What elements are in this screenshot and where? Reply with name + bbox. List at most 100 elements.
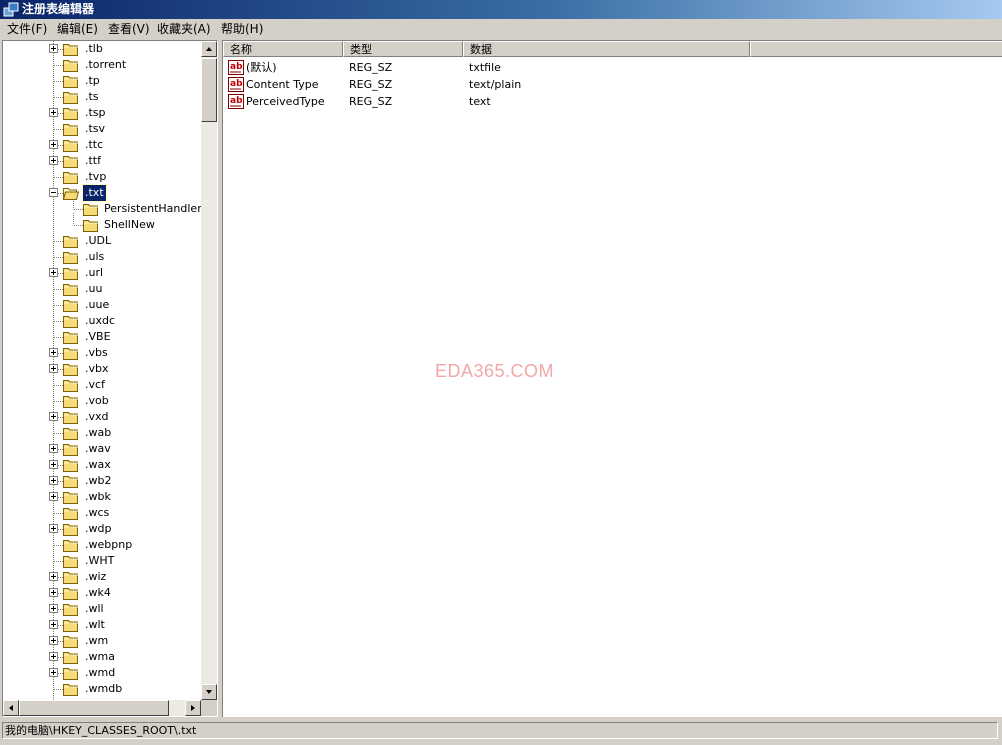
tree-node[interactable]: .wm <box>3 633 199 649</box>
tree-node[interactable]: .ttc <box>3 137 199 153</box>
tree-node[interactable]: .tvp <box>3 169 199 185</box>
scroll-thumb[interactable] <box>201 58 217 122</box>
expand-plus-icon[interactable] <box>49 652 58 661</box>
tree-node[interactable]: .txt <box>3 184 199 202</box>
tree-node[interactable]: .wb2 <box>3 473 199 489</box>
expand-plus-icon[interactable] <box>49 668 58 677</box>
expand-plus-icon[interactable] <box>49 268 58 277</box>
tree-node-label: .vcf <box>85 378 105 391</box>
tree-node[interactable]: .tsv <box>3 121 199 137</box>
expand-plus-icon[interactable] <box>49 44 58 53</box>
arrow-up-icon <box>206 47 212 51</box>
value-row[interactable]: ab PerceivedType REG_SZ text <box>223 93 763 110</box>
tree-node[interactable]: .ttf <box>3 153 199 169</box>
scroll-down-button[interactable] <box>201 684 217 700</box>
tree-node[interactable]: .tp <box>3 73 199 89</box>
collapse-minus-icon[interactable] <box>49 188 58 197</box>
expand-plus-icon[interactable] <box>49 492 58 501</box>
tree-node[interactable]: .vob <box>3 393 199 409</box>
string-value-icon: ab <box>228 77 244 92</box>
values-list-pane[interactable]: 名称 类型 数据 ab (默认) REG_SZ txtfile ab Conte… <box>222 40 1002 717</box>
tree-node-label: .ts <box>85 90 99 103</box>
tree-node[interactable]: .wk4 <box>3 585 199 601</box>
tree-node-label: .wbk <box>85 490 111 503</box>
tree-node[interactable]: .url <box>3 265 199 281</box>
tree-node[interactable]: .wmdb <box>3 681 199 697</box>
tree-node[interactable]: .uue <box>3 297 199 313</box>
tree-node[interactable]: .tsp <box>3 105 199 121</box>
tree-node[interactable]: .wdp <box>3 521 199 537</box>
tree-node[interactable]: .wbk <box>3 489 199 505</box>
horizontal-scroll-thumb[interactable] <box>19 700 169 716</box>
column-header-data[interactable]: 数据 <box>463 41 750 57</box>
value-type: REG_SZ <box>349 95 393 108</box>
expand-plus-icon[interactable] <box>49 588 58 597</box>
tree-node[interactable]: .wmd <box>3 665 199 681</box>
expand-plus-icon[interactable] <box>49 140 58 149</box>
tree-node[interactable]: .uxdc <box>3 313 199 329</box>
tree-node[interactable]: .VBE <box>3 329 199 345</box>
menu-file[interactable]: 文件(F) <box>7 22 47 36</box>
tree-node[interactable]: .tlb <box>3 41 199 57</box>
expand-plus-icon[interactable] <box>49 604 58 613</box>
tree-node[interactable]: .uls <box>3 249 199 265</box>
expand-plus-icon[interactable] <box>49 636 58 645</box>
tree-node[interactable]: PersistentHandler <box>3 201 202 217</box>
tree-node[interactable]: .vbs <box>3 345 199 361</box>
expand-plus-icon[interactable] <box>49 412 58 421</box>
column-header-name[interactable]: 名称 <box>223 41 343 57</box>
tree-node[interactable]: .wlt <box>3 617 199 633</box>
menu-favorites[interactable]: 收藏夹(A) <box>157 22 211 36</box>
tree-horizontal-scrollbar[interactable] <box>3 700 201 716</box>
tree-node-label: .VBE <box>85 330 111 343</box>
tree-node[interactable]: .wma <box>3 649 199 665</box>
scroll-right-button[interactable] <box>185 700 201 716</box>
tree-node[interactable]: .UDL <box>3 233 199 249</box>
expand-plus-icon[interactable] <box>49 156 58 165</box>
tree-node[interactable]: .ts <box>3 89 199 105</box>
tree-node[interactable]: .wcs <box>3 505 199 521</box>
tree-node[interactable]: .torrent <box>3 57 199 73</box>
expand-plus-icon[interactable] <box>49 620 58 629</box>
menu-edit[interactable]: 编辑(E) <box>57 22 98 36</box>
menu-help[interactable]: 帮助(H) <box>221 22 263 36</box>
expand-plus-icon[interactable] <box>49 572 58 581</box>
tree-node[interactable]: .vbx <box>3 361 199 377</box>
tree-node[interactable]: .wax <box>3 457 199 473</box>
expand-plus-icon[interactable] <box>49 524 58 533</box>
scroll-up-button[interactable] <box>201 41 217 57</box>
tree-node[interactable]: .wav <box>3 441 199 457</box>
expand-plus-icon[interactable] <box>49 460 58 469</box>
tree-node[interactable]: .uu <box>3 281 199 297</box>
tree-node[interactable]: .wab <box>3 425 199 441</box>
tree-node[interactable]: .wiz <box>3 569 199 585</box>
folder-icon <box>63 300 78 312</box>
tree-node[interactable]: .wll <box>3 601 199 617</box>
value-row[interactable]: ab Content Type REG_SZ text/plain <box>223 76 763 93</box>
value-data: text/plain <box>469 78 522 91</box>
folder-icon <box>63 508 78 520</box>
tree-node[interactable]: ShellNew <box>3 217 199 233</box>
folder-icon <box>63 604 78 616</box>
value-row[interactable]: ab (默认) REG_SZ txtfile <box>223 59 763 76</box>
tree-node[interactable]: .vxd <box>3 409 199 425</box>
tree-node[interactable]: .WHT <box>3 553 199 569</box>
expand-plus-icon[interactable] <box>49 108 58 117</box>
expand-plus-icon[interactable] <box>49 348 58 357</box>
expand-plus-icon[interactable] <box>49 476 58 485</box>
menu-bar: 文件(F) 编辑(E) 查看(V) 收藏夹(A) 帮助(H) <box>0 19 1002 39</box>
folder-icon <box>63 60 78 72</box>
folder-icon <box>63 476 78 488</box>
tree-vertical-scrollbar[interactable] <box>201 41 217 700</box>
registry-tree-pane[interactable]: .tlb .torrent .tp .ts .tsp .tsv .ttc .ttf .tvp .t… <box>2 40 218 717</box>
tree-node-label: .wab <box>85 426 112 439</box>
folder-icon <box>63 396 78 408</box>
tree-node[interactable]: .webpnp <box>3 537 199 553</box>
expand-plus-icon[interactable] <box>49 444 58 453</box>
column-header-type[interactable]: 类型 <box>343 41 463 57</box>
scroll-left-button[interactable] <box>3 700 19 716</box>
expand-plus-icon[interactable] <box>49 364 58 373</box>
folder-icon <box>63 172 78 184</box>
menu-view[interactable]: 查看(V) <box>108 22 150 36</box>
tree-node[interactable]: .vcf <box>3 377 199 393</box>
